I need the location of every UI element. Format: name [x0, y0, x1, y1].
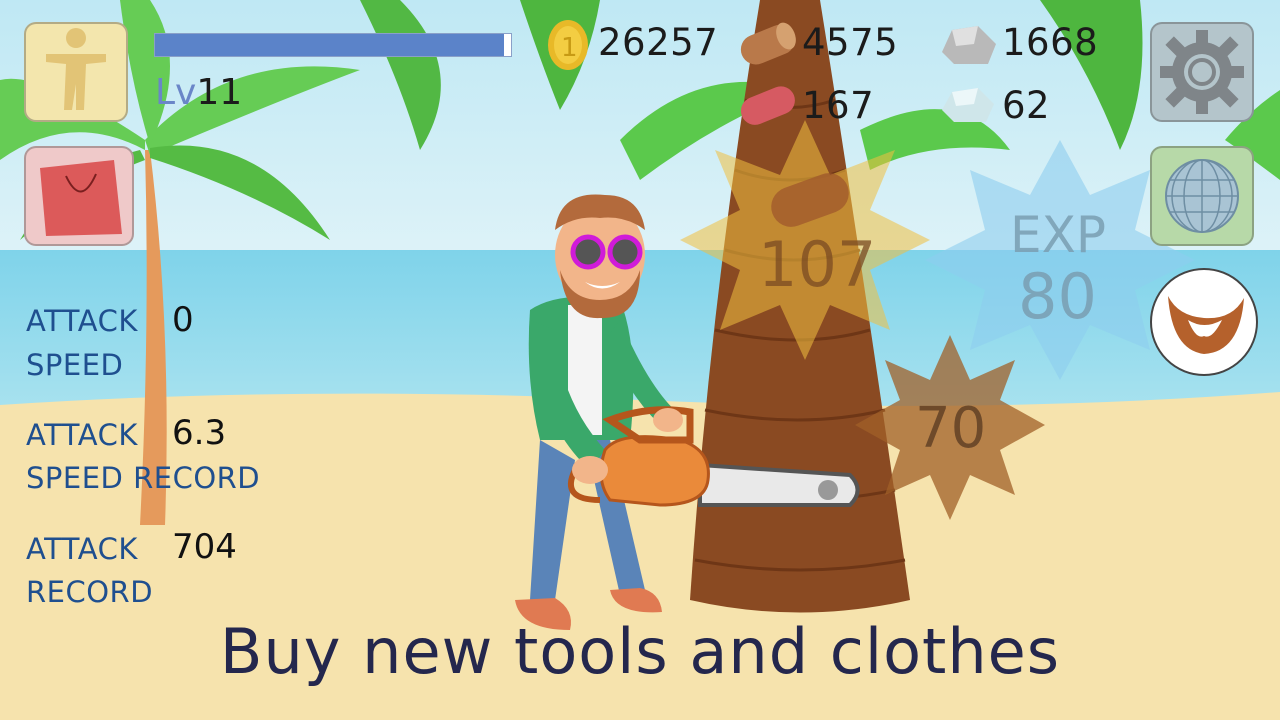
beard-button[interactable]	[1150, 268, 1258, 376]
speed-record-label-2: SPEED RECORD	[26, 461, 261, 495]
coin-icon: 1	[548, 20, 588, 70]
damage-secondary-text: 70	[915, 396, 987, 461]
svg-text:1: 1	[561, 33, 578, 63]
stone-icon	[942, 26, 996, 64]
stone-value: 1668	[1002, 21, 1099, 64]
map-button[interactable]	[1150, 146, 1254, 246]
exp-bar-fill	[155, 34, 504, 56]
damage-main-text: 107	[758, 228, 877, 301]
attack-speed-label-2: SPEED	[26, 348, 124, 382]
promo-caption: Buy new tools and clothes	[219, 615, 1061, 688]
attack-record-label-1: ATTACK	[26, 532, 138, 566]
exp-value-text: 80	[1018, 260, 1097, 333]
character-icon	[46, 28, 106, 110]
coins-value: 26257	[598, 21, 719, 64]
wood-icon	[740, 22, 796, 65]
exp-bar	[154, 33, 512, 57]
settings-button[interactable]	[1150, 22, 1254, 122]
character-button[interactable]	[24, 22, 128, 122]
crystal-value: 62	[1002, 84, 1051, 127]
speed-record-label-1: ATTACK	[26, 418, 138, 452]
attack-speed-label-1: ATTACK	[26, 304, 138, 338]
level-display: Lv11	[155, 72, 242, 113]
speed-record-value: 6.3	[172, 413, 227, 453]
attack-speed-value: 0	[172, 300, 194, 340]
wood-value: 4575	[802, 21, 899, 64]
shopping-bag-icon	[40, 160, 122, 236]
level-prefix: Lv	[155, 72, 197, 113]
level-value: 11	[196, 72, 243, 113]
gear-icon	[1160, 30, 1244, 114]
shop-button[interactable]	[24, 146, 134, 246]
attack-record-value: 704	[172, 527, 237, 567]
red-wood-icon	[740, 86, 795, 125]
exp-label-text: EXP	[1010, 206, 1106, 264]
red-wood-value: 167	[802, 84, 875, 127]
crystal-icon	[942, 88, 994, 122]
globe-icon	[1165, 159, 1239, 233]
attack-record-label-2: RECORD	[26, 575, 154, 609]
beard-icon	[1168, 296, 1244, 354]
